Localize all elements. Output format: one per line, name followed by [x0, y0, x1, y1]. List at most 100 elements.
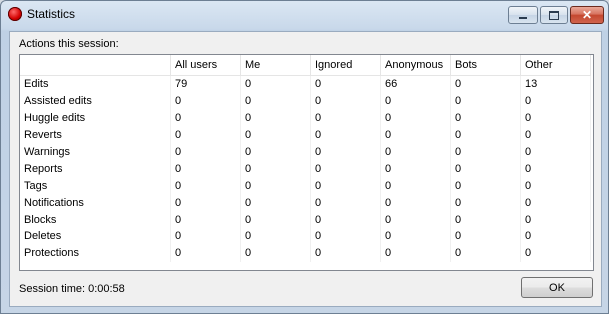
session-time: Session time: 0:00:58 — [19, 283, 125, 295]
table-cell: 0 — [450, 92, 521, 110]
table-cell: 0 — [380, 211, 451, 229]
table-cell: 0 — [310, 92, 381, 110]
table-header-row: All users Me Ignored Anonymous Bots Other — [20, 55, 591, 76]
close-button[interactable]: ✕ — [570, 6, 604, 24]
dialog-client-area: Actions this session: All users Me Ignored… — [9, 31, 602, 307]
table-cell: 0 — [240, 177, 311, 195]
table-row[interactable]: Warnings 0 0 0 0 0 0 — [20, 143, 591, 161]
table-cell: 0 — [520, 160, 591, 178]
table-cell: 0 — [450, 194, 521, 212]
table-cell: 0 — [310, 109, 381, 127]
table-cell: 0 — [240, 160, 311, 178]
app-icon — [8, 7, 22, 21]
table-cell: 0 — [240, 126, 311, 144]
table-cell: 0 — [240, 143, 311, 161]
table-cell: 0 — [450, 228, 521, 245]
table-cell: 0 — [310, 228, 381, 245]
table-cell: 0 — [450, 126, 521, 144]
statistics-grid: All users Me Ignored Anonymous Bots Other Edi… — [20, 55, 591, 262]
table-cell: 0 — [380, 177, 451, 195]
table-cell: 0 — [520, 143, 591, 161]
table-cell: 0 — [170, 160, 241, 178]
table-cell: 0 — [520, 177, 591, 195]
column-header[interactable]: Me — [240, 55, 311, 76]
table-row[interactable]: Huggle edits 0 0 0 0 0 0 — [20, 109, 591, 127]
table-cell: 0 — [310, 160, 381, 178]
window-title: Statistics — [27, 7, 76, 21]
table-row[interactable]: Notifications 0 0 0 0 0 0 — [20, 194, 591, 212]
table-cell: 0 — [170, 228, 241, 245]
section-label: Actions this session: — [19, 38, 119, 50]
table-cell: 0 — [520, 194, 591, 212]
table-row[interactable]: Deletes 0 0 0 0 0 0 — [20, 228, 591, 245]
table-cell: 0 — [450, 143, 521, 161]
table-cell: 0 — [520, 92, 591, 110]
row-label: Reports — [20, 160, 171, 178]
table-cell: 0 — [310, 143, 381, 161]
maximize-button[interactable] — [540, 6, 568, 24]
table-cell: 0 — [520, 126, 591, 144]
column-header[interactable]: Other — [520, 55, 591, 76]
table-cell: 0 — [170, 211, 241, 229]
table-cell: 0 — [170, 109, 241, 127]
table-cell: 0 — [450, 160, 521, 178]
column-header[interactable]: Ignored — [310, 55, 381, 76]
table-row[interactable]: Reverts 0 0 0 0 0 0 — [20, 126, 591, 144]
table-cell: 0 — [380, 126, 451, 144]
table-cell: 0 — [450, 244, 521, 262]
table-cell: 0 — [520, 211, 591, 229]
column-header[interactable]: Anonymous — [380, 55, 451, 76]
table-cell: 0 — [240, 211, 311, 229]
row-label: Assisted edits — [20, 92, 171, 110]
title-bar[interactable]: Statistics ✕ — [1, 1, 608, 29]
column-header[interactable]: All users — [170, 55, 241, 76]
table-cell: 0 — [380, 244, 451, 262]
row-label: Warnings — [20, 143, 171, 161]
table-row[interactable]: Protections 0 0 0 0 0 0 — [20, 244, 591, 262]
table-cell: 0 — [380, 109, 451, 127]
close-icon: ✕ — [581, 8, 593, 22]
table-cell: 0 — [310, 75, 381, 93]
row-label: Huggle edits — [20, 109, 171, 127]
table-cell: 0 — [170, 244, 241, 262]
table-row[interactable]: Assisted edits 0 0 0 0 0 0 — [20, 92, 591, 110]
table-cell: 0 — [170, 143, 241, 161]
table-cell: 0 — [170, 126, 241, 144]
table-row[interactable]: Edits 79 0 0 66 0 13 — [20, 75, 591, 93]
table-cell: 0 — [380, 92, 451, 110]
table-row[interactable]: Reports 0 0 0 0 0 0 — [20, 160, 591, 178]
table-cell: 0 — [310, 177, 381, 195]
table-row[interactable]: Tags 0 0 0 0 0 0 — [20, 177, 591, 195]
table-cell: 0 — [380, 143, 451, 161]
table-row[interactable]: Blocks 0 0 0 0 0 0 — [20, 211, 591, 229]
row-label: Protections — [20, 244, 171, 262]
maximize-icon — [549, 10, 559, 20]
table-cell: 0 — [520, 244, 591, 262]
table-cell: 0 — [240, 75, 311, 93]
row-label: Tags — [20, 177, 171, 195]
column-header[interactable]: Bots — [450, 55, 521, 76]
table-cell: 79 — [170, 75, 241, 93]
table-cell: 66 — [380, 75, 451, 93]
table-body: Edits 79 0 0 66 0 13 Assisted edits 0 0 0 0 0 0 Huggle… — [20, 75, 591, 262]
statistics-window: Statistics ✕ Actions this session: All u… — [0, 0, 609, 314]
table-cell: 0 — [240, 228, 311, 245]
ok-button[interactable]: OK — [521, 277, 593, 298]
table-cell: 0 — [450, 177, 521, 195]
table-cell: 0 — [170, 92, 241, 110]
table-cell: 0 — [520, 109, 591, 127]
table-cell: 0 — [240, 92, 311, 110]
table-cell: 0 — [240, 109, 311, 127]
table-cell: 0 — [450, 75, 521, 93]
table-cell: 13 — [520, 75, 591, 93]
column-header-blank[interactable] — [20, 55, 171, 76]
row-label: Edits — [20, 75, 171, 93]
table-cell: 0 — [380, 194, 451, 212]
table-cell: 0 — [240, 244, 311, 262]
row-label: Reverts — [20, 126, 171, 144]
table-cell: 0 — [170, 194, 241, 212]
minimize-button[interactable] — [508, 6, 538, 24]
table-cell: 0 — [240, 194, 311, 212]
statistics-table[interactable]: All users Me Ignored Anonymous Bots Other Edi… — [19, 54, 594, 271]
minimize-icon — [519, 17, 527, 19]
